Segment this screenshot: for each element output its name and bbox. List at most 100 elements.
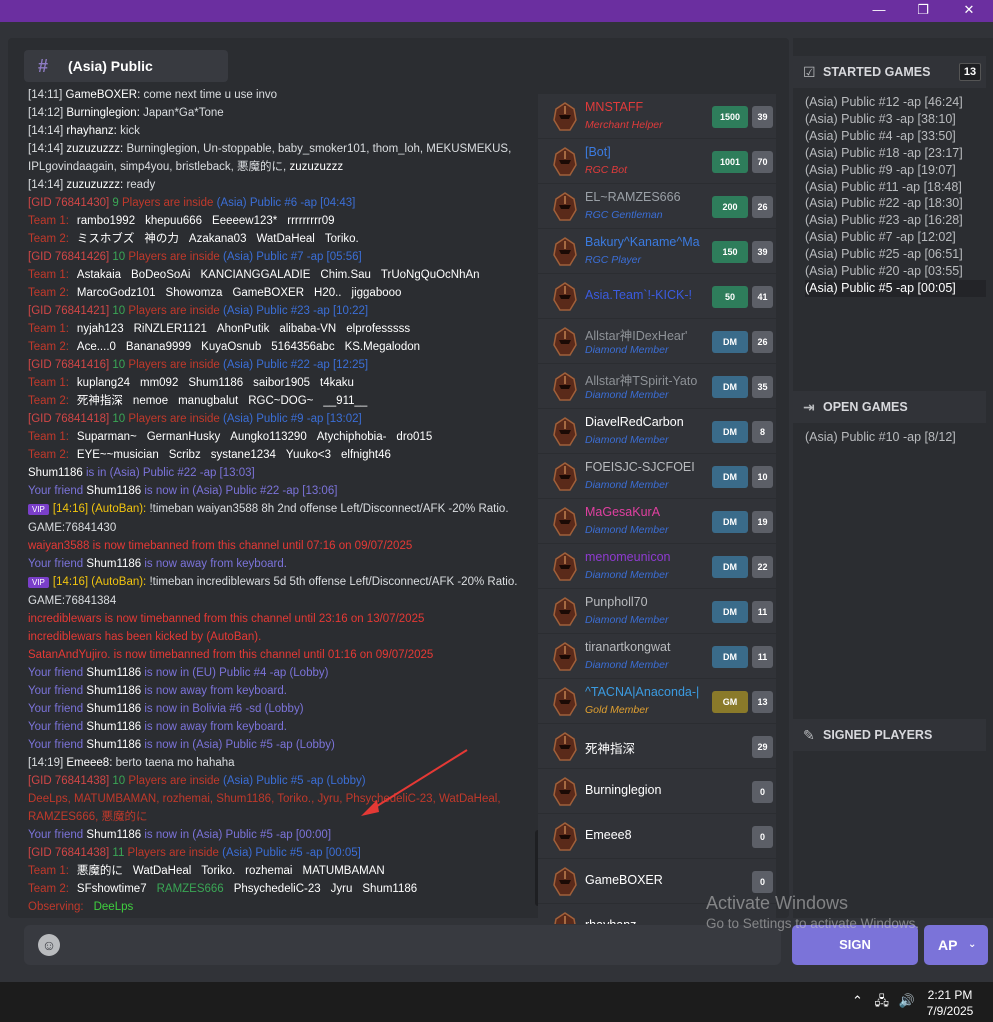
started-game-item[interactable]: (Asia) Public #23 -ap [16:28] [805, 212, 986, 229]
team-player[interactable]: alibaba-VN [279, 323, 336, 335]
team-player[interactable]: __911__ [323, 395, 367, 407]
maximize-button[interactable]: ❐ [900, 0, 946, 22]
sign-button[interactable]: SIGN [792, 925, 918, 965]
team-player[interactable]: mm092 [140, 377, 178, 389]
team-player[interactable]: SFshowtime7 [77, 883, 147, 895]
team-player[interactable]: Toriko. [201, 865, 235, 877]
network-icon[interactable]: 🖧 [875, 993, 890, 1008]
started-game-item[interactable]: (Asia) Public #22 -ap [18:30] [805, 195, 986, 212]
team-player[interactable]: rrrrrrrrr09 [287, 215, 334, 227]
game-channel[interactable]: (Asia) Public #7 -ap [05:56] [223, 251, 362, 263]
team-player[interactable]: ミスホブズ [77, 233, 135, 245]
game-id[interactable]: [GID 76841438] [28, 847, 112, 859]
team-player[interactable]: Eeeeew123* [212, 215, 277, 227]
player-row[interactable]: Allstar神IDexHear' Diamond Member DM 26 [538, 319, 776, 364]
message-author[interactable]: Emeee8: [66, 757, 115, 769]
team-player[interactable]: GameBOXER [232, 287, 304, 299]
team-player[interactable]: Shum1186 [362, 883, 417, 895]
chevron-up-icon[interactable]: ⌃ [852, 993, 863, 1008]
game-id[interactable]: [GID 76841418] [28, 413, 112, 425]
player-row[interactable]: Emeee8 0 [538, 814, 776, 859]
player-row[interactable]: EL~RAMZES666 RGC Gentleman 200 26 [538, 184, 776, 229]
team-player[interactable]: Yuuko<3 [286, 449, 331, 461]
team-player[interactable]: Jyru [331, 883, 353, 895]
player-name[interactable]: Bakury^Kaname^Ma [585, 235, 713, 249]
signed-players-header[interactable]: ✎ SIGNED PLAYERS [793, 719, 986, 751]
team-player[interactable]: dro015 [396, 431, 432, 443]
emoji-icon[interactable]: ☺ [38, 934, 60, 956]
team-player[interactable]: Chim.Sau [320, 269, 371, 281]
friend-name[interactable]: Shum1186 [86, 721, 144, 733]
player-name[interactable]: [Bot] [585, 145, 713, 159]
started-game-item[interactable]: (Asia) Public #9 -ap [19:07] [805, 162, 986, 179]
team-player[interactable]: khepuu666 [145, 215, 202, 227]
team-player[interactable]: Atychiphobia- [317, 431, 387, 443]
team-player[interactable]: rozhemai [245, 865, 292, 877]
message-author[interactable]: zuzuzuzzz: [66, 179, 126, 191]
friend-name[interactable]: Shum1186 [86, 685, 144, 697]
player-row[interactable]: Bakury^Kaname^Ma RGC Player 150 39 [538, 229, 776, 274]
team-player[interactable]: KuyaOsnub [201, 341, 261, 353]
started-game-item[interactable]: (Asia) Public #18 -ap [23:17] [805, 145, 986, 162]
team-player[interactable]: Toriko. [325, 233, 359, 245]
observer-name[interactable]: DeeLps [94, 901, 134, 913]
message-author[interactable]: rhayhanz: [66, 125, 120, 137]
team-player[interactable]: saibor1905 [253, 377, 310, 389]
clock[interactable]: 2:21 PM 7/9/2025 [920, 987, 980, 1019]
game-channel[interactable]: (Asia) Public #6 -ap [04:43] [217, 197, 356, 209]
team-player[interactable]: elfnight46 [341, 449, 391, 461]
player-row[interactable]: ^TACNA|Anaconda-| Gold Member GM 13 [538, 679, 776, 724]
team-player[interactable]: Azakana03 [189, 233, 247, 245]
player-name[interactable]: rhayhanz [585, 918, 713, 924]
team-player[interactable]: jiggabooo [352, 287, 402, 299]
team-player[interactable]: Suparman~ [77, 431, 137, 443]
team-player[interactable]: BoDeoSoAi [131, 269, 190, 281]
team-player[interactable]: KS.Megalodon [345, 341, 420, 353]
player-row[interactable]: Punpholl70 Diamond Member DM 11 [538, 589, 776, 634]
game-id[interactable]: [GID 76841430] [28, 197, 112, 209]
player-row[interactable]: MaGesaKurA Diamond Member DM 19 [538, 499, 776, 544]
team-player[interactable]: Aungko113290 [230, 431, 307, 443]
team-player[interactable]: Shum1186 [188, 377, 243, 389]
team-player[interactable]: Astakaia [77, 269, 121, 281]
player-list[interactable]: MNSTAFF Merchant Helper 1500 39 [Bot] RGC Bot… [538, 94, 776, 924]
team-player[interactable]: t4kaku [320, 377, 354, 389]
team-player[interactable]: EYE~~musician [77, 449, 159, 461]
player-name[interactable]: menomeunicon [585, 550, 713, 564]
team-player[interactable]: Showomza [166, 287, 223, 299]
player-name[interactable]: MNSTAFF [585, 100, 713, 114]
started-games-header[interactable]: ☑ STARTED GAMES 13 [793, 56, 986, 88]
game-id[interactable]: [GID 76841416] [28, 359, 112, 371]
started-game-item[interactable]: (Asia) Public #5 -ap [00:05] [805, 279, 986, 297]
team-player[interactable]: WatDaHeal [256, 233, 314, 245]
message-author[interactable]: Burninglegion: [66, 107, 143, 119]
started-game-item[interactable]: (Asia) Public #3 -ap [38:10] [805, 111, 986, 128]
team-player[interactable]: AhonPutik [217, 323, 269, 335]
player-row[interactable]: MNSTAFF Merchant Helper 1500 39 [538, 94, 776, 139]
mentioned-user[interactable]: zuzuzuzzz [289, 161, 343, 173]
player-name[interactable]: 死神指深 [585, 738, 713, 757]
friend-name[interactable]: Shum1186 [86, 703, 144, 715]
player-name[interactable]: GameBOXER [585, 873, 713, 887]
started-game-item[interactable]: (Asia) Public #7 -ap [12:02] [805, 229, 986, 246]
team-player[interactable]: RAMZES666 [157, 883, 224, 895]
team-player[interactable]: WatDaHeal [133, 865, 191, 877]
player-name[interactable]: Emeee8 [585, 828, 713, 842]
player-name[interactable]: Allstar神TSpirit-Yato [585, 370, 713, 389]
player-row[interactable]: FOEISJC-SJCFOEI Diamond Member DM 10 [538, 454, 776, 499]
player-row[interactable]: 死神指深 29 [538, 724, 776, 769]
player-name[interactable]: EL~RAMZES666 [585, 190, 713, 204]
team-player[interactable]: RiNZLER1121 [134, 323, 207, 335]
team-player[interactable]: KANCIANGGALADIE [201, 269, 311, 281]
player-name[interactable]: FOEISJC-SJCFOEI [585, 460, 713, 474]
player-row[interactable]: [Bot] RGC Bot 1001 70 [538, 139, 776, 184]
team-player[interactable]: PhsychedeliC-23 [234, 883, 321, 895]
player-row[interactable]: Burninglegion 0 [538, 769, 776, 814]
team-player[interactable]: 神の力 [144, 233, 179, 245]
game-channel[interactable]: (Asia) Public #9 -ap [13:02] [223, 413, 362, 425]
friend-name[interactable]: Shum1186 [86, 485, 144, 497]
player-row[interactable]: Asia.Team`!-KICK-! 50 41 [538, 274, 776, 319]
team-player[interactable]: MATUMBAMAN [302, 865, 384, 877]
player-name[interactable]: Allstar神IDexHear' [585, 325, 713, 344]
player-name[interactable]: DiavelRedCarbon [585, 415, 713, 429]
